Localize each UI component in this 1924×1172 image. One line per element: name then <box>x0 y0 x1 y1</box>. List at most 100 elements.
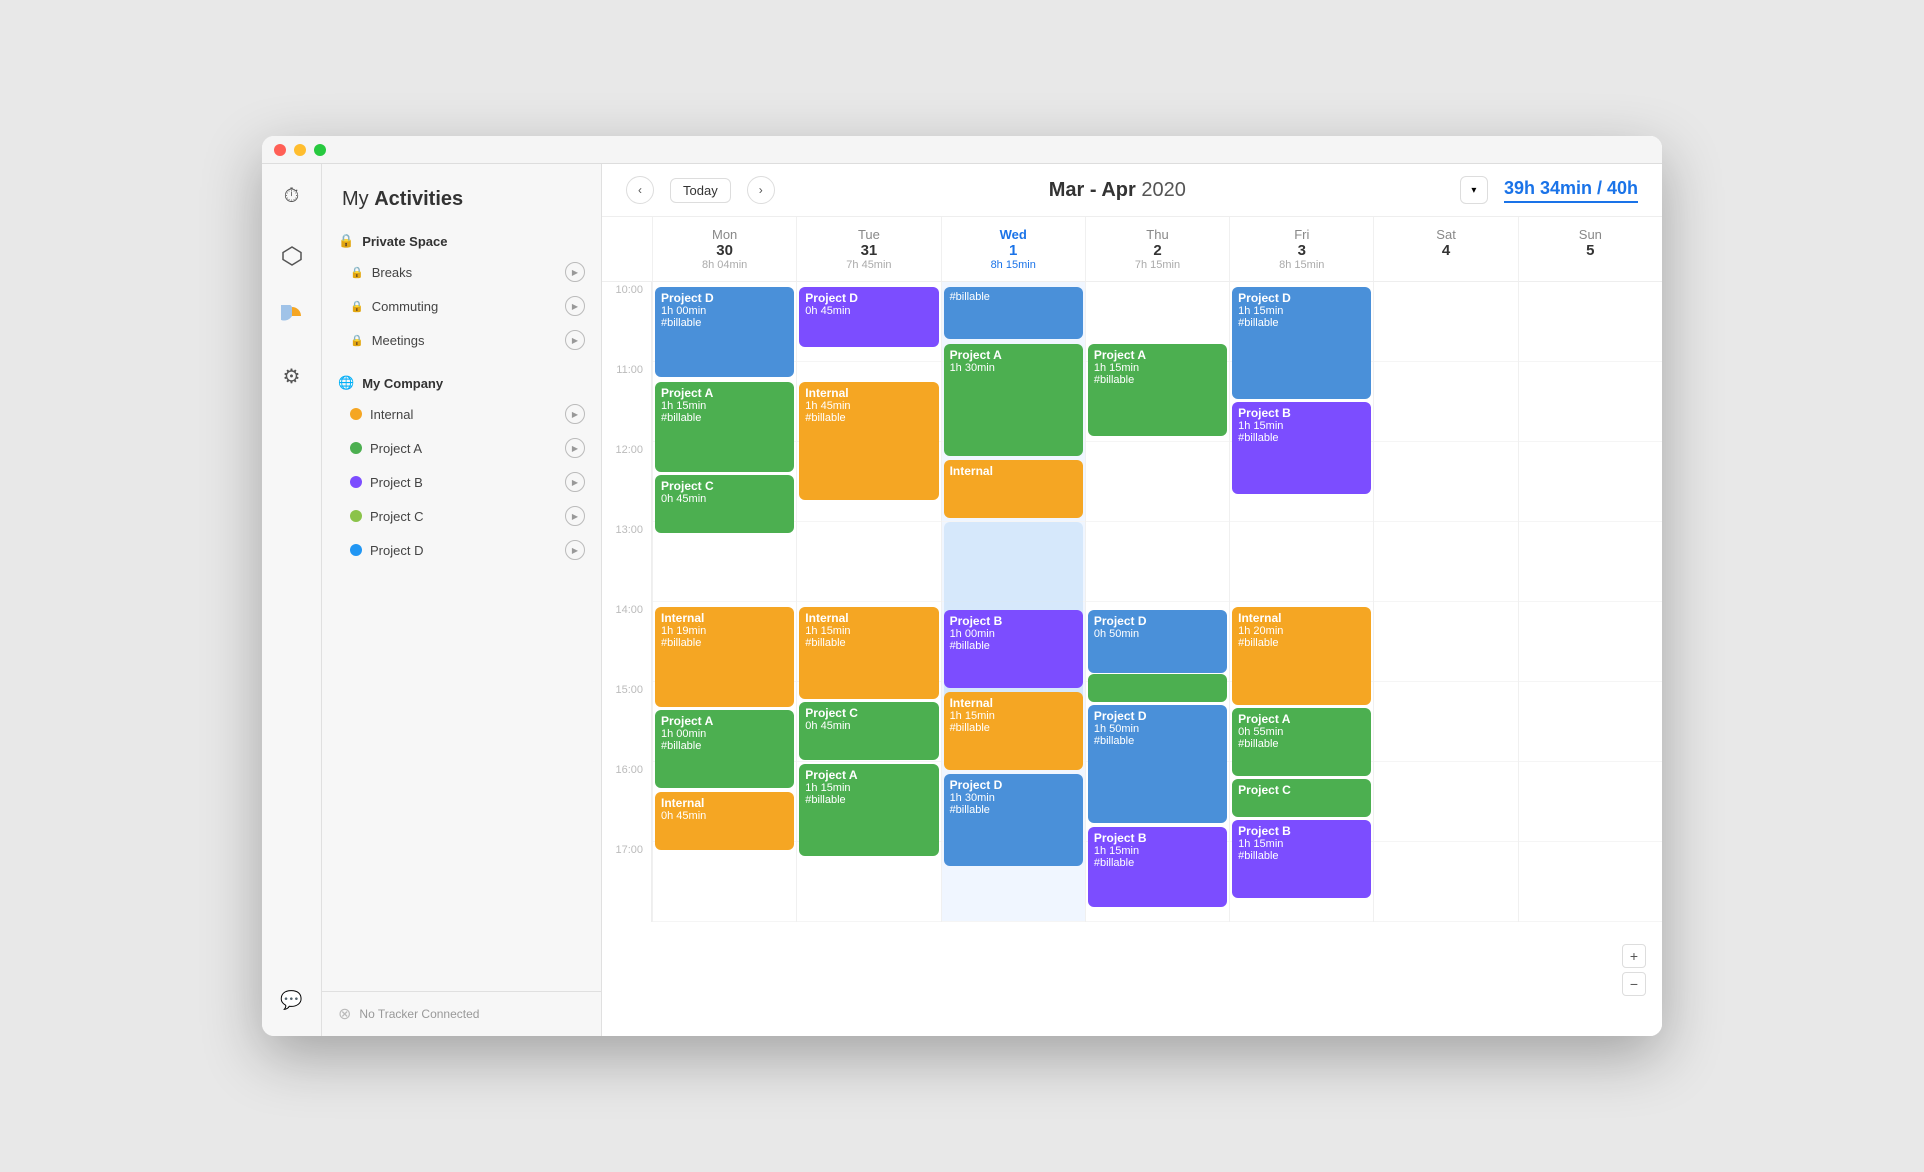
event-internal-tue-1[interactable]: Internal 1h 45min #billable <box>799 382 938 500</box>
sidebar-item-internal[interactable]: Internal ▶ <box>322 397 601 431</box>
event-project-c-fri[interactable]: Project C <box>1232 779 1371 817</box>
event-project-c-mon[interactable]: Project C 0h 45min <box>655 475 794 533</box>
play-project-c-button[interactable]: ▶ <box>565 506 585 526</box>
event-project-d-wed[interactable]: Project D 1h 30min #billable <box>944 774 1083 866</box>
sidebar-footer: ⊗ No Tracker Connected <box>322 991 601 1036</box>
day-header-sun: Sun 5 <box>1518 217 1662 281</box>
time-label-17: 17:00 <box>602 842 652 922</box>
shape-icon[interactable] <box>272 236 312 276</box>
time-label-15: 15:00 <box>602 682 652 762</box>
no-tracker-icon: ⊗ <box>338 1004 351 1024</box>
calendar-body: 10:00 11:00 12:00 13:00 14:00 15:00 16:0… <box>602 282 1662 922</box>
day-col-wed: #billable Project A 1h 30min Internal Pr… <box>941 282 1085 922</box>
day-header-wed: Wed 1 8h 15min <box>941 217 1085 281</box>
private-space-header: 🔒 Private Space <box>322 227 601 255</box>
calendar-grid: Mon 30 8h 04min Tue 31 7h 45min Wed 1 8h… <box>602 217 1662 1036</box>
settings-icon[interactable]: ⚙ <box>272 356 312 396</box>
title-bar <box>262 136 1662 164</box>
event-internal-wed[interactable]: Internal <box>944 460 1083 518</box>
event-project-d-thu-2[interactable]: Project D 1h 50min #billable <box>1088 705 1227 823</box>
next-week-button[interactable]: › <box>747 176 775 204</box>
dot-project-d <box>350 544 362 556</box>
today-button[interactable]: Today <box>670 178 731 203</box>
event-project-a-thu[interactable]: Project A 1h 15min #billable <box>1088 344 1227 436</box>
zoom-out-button[interactable]: − <box>1622 972 1646 996</box>
zoom-controls: + − <box>1622 944 1646 996</box>
sidebar-item-meetings[interactable]: 🔒 Meetings ▶ <box>322 323 601 357</box>
event-project-a-wed[interactable]: Project A 1h 30min <box>944 344 1083 456</box>
play-project-d-button[interactable]: ▶ <box>565 540 585 560</box>
sidebar-item-project-b[interactable]: Project B ▶ <box>322 465 601 499</box>
day-col-fri: Project D 1h 15min #billable Project B 1… <box>1229 282 1373 922</box>
event-internal-mon-2[interactable]: Internal 0h 45min <box>655 792 794 850</box>
event-project-c-tue[interactable]: Project C 0h 45min <box>799 702 938 760</box>
play-internal-button[interactable]: ▶ <box>565 404 585 424</box>
day-col-mon: Project D 1h 00min #billable Project A 1… <box>652 282 796 922</box>
date-dropdown-button[interactable]: ▾ <box>1460 176 1488 204</box>
event-project-a-fri[interactable]: Project A 0h 55min #billable <box>1232 708 1371 776</box>
sidebar-item-commuting[interactable]: 🔒 Commuting ▶ <box>322 289 601 323</box>
timer-icon[interactable]: ⏱ <box>272 176 312 216</box>
time-label-16: 16:00 <box>602 762 652 842</box>
event-internal-tue-2[interactable]: Internal 1h 15min #billable <box>799 607 938 699</box>
play-breaks-button[interactable]: ▶ <box>565 262 585 282</box>
day-col-sat <box>1373 282 1517 922</box>
event-project-a-thu-2[interactable] <box>1088 674 1227 702</box>
play-project-b-button[interactable]: ▶ <box>565 472 585 492</box>
dot-project-a <box>350 442 362 454</box>
event-project-d-mon[interactable]: Project D 1h 00min #billable <box>655 287 794 377</box>
event-project-d-fri[interactable]: Project D 1h 15min #billable <box>1232 287 1371 399</box>
app-window: ⏱ ⚙ 💬 My Activities 🔒 Private Space <box>262 136 1662 1036</box>
event-internal-fri[interactable]: Internal 1h 20min #billable <box>1232 607 1371 705</box>
maximize-button[interactable] <box>314 144 326 156</box>
sidebar-item-project-a[interactable]: Project A ▶ <box>322 431 601 465</box>
globe-icon: 🌐 <box>338 375 354 391</box>
hours-display: 39h 34min / 40h <box>1504 178 1638 203</box>
play-meetings-button[interactable]: ▶ <box>565 330 585 350</box>
calendar-header: ‹ Today › Mar - Apr 2020 ▾ 39h 34min / 4… <box>602 164 1662 217</box>
help-icon[interactable]: 💬 <box>272 980 312 1020</box>
dot-internal <box>350 408 362 420</box>
play-project-a-button[interactable]: ▶ <box>565 438 585 458</box>
sidebar: My Activities 🔒 Private Space 🔒 Breaks ▶… <box>322 136 602 1036</box>
sidebar-item-project-d[interactable]: Project D ▶ <box>322 533 601 567</box>
play-commuting-button[interactable]: ▶ <box>565 296 585 316</box>
minimize-button[interactable] <box>294 144 306 156</box>
lock-icon: 🔒 <box>338 233 354 249</box>
day-header-fri: Fri 3 8h 15min <box>1229 217 1373 281</box>
day-col-tue: Project D 0h 45min Internal 1h 45min #bi… <box>796 282 940 922</box>
day-header-mon: Mon 30 8h 04min <box>652 217 796 281</box>
event-project-b-wed[interactable]: Project B 1h 00min #billable <box>944 610 1083 688</box>
event-project-a-mon-2[interactable]: Project A 1h 00min #billable <box>655 710 794 788</box>
zoom-in-button[interactable]: + <box>1622 944 1646 968</box>
lock-icon-commuting: 🔒 <box>350 300 364 313</box>
day-header-sat: Sat 4 <box>1373 217 1517 281</box>
date-range: Mar - Apr 2020 <box>791 179 1444 202</box>
event-internal-mon-1[interactable]: Internal 1h 19min #billable <box>655 607 794 707</box>
event-project-d-tue[interactable]: Project D 0h 45min <box>799 287 938 347</box>
day-col-sun <box>1518 282 1662 922</box>
close-button[interactable] <box>274 144 286 156</box>
days-header: Mon 30 8h 04min Tue 31 7h 45min Wed 1 8h… <box>602 217 1662 282</box>
icon-bar: ⏱ ⚙ 💬 <box>262 136 322 1036</box>
lock-icon-breaks: 🔒 <box>350 266 364 279</box>
event-project-b-fri-1[interactable]: Project B 1h 15min #billable <box>1232 402 1371 494</box>
event-project-d-thu-1[interactable]: Project D 0h 50min <box>1088 610 1227 673</box>
day-header-thu: Thu 2 7h 15min <box>1085 217 1229 281</box>
dot-project-b <box>350 476 362 488</box>
event-project-b-thu[interactable]: Project B 1h 15min #billable <box>1088 827 1227 907</box>
event-internal-wed-2[interactable]: Internal 1h 15min #billable <box>944 692 1083 770</box>
event-billable-wed[interactable]: #billable <box>944 287 1083 339</box>
sidebar-item-project-c[interactable]: Project C ▶ <box>322 499 601 533</box>
lock-icon-meetings: 🔒 <box>350 334 364 347</box>
sidebar-title: My Activities <box>322 180 601 227</box>
event-project-b-fri-2[interactable]: Project B 1h 15min #billable <box>1232 820 1371 898</box>
chart-icon[interactable] <box>272 296 312 336</box>
prev-week-button[interactable]: ‹ <box>626 176 654 204</box>
time-label-11: 11:00 <box>602 362 652 442</box>
sidebar-item-breaks[interactable]: 🔒 Breaks ▶ <box>322 255 601 289</box>
event-project-a-tue[interactable]: Project A 1h 15min #billable <box>799 764 938 856</box>
event-project-a-mon-1[interactable]: Project A 1h 15min #billable <box>655 382 794 472</box>
time-label-14: 14:00 <box>602 602 652 682</box>
main-calendar: ‹ Today › Mar - Apr 2020 ▾ 39h 34min / 4… <box>602 136 1662 1036</box>
